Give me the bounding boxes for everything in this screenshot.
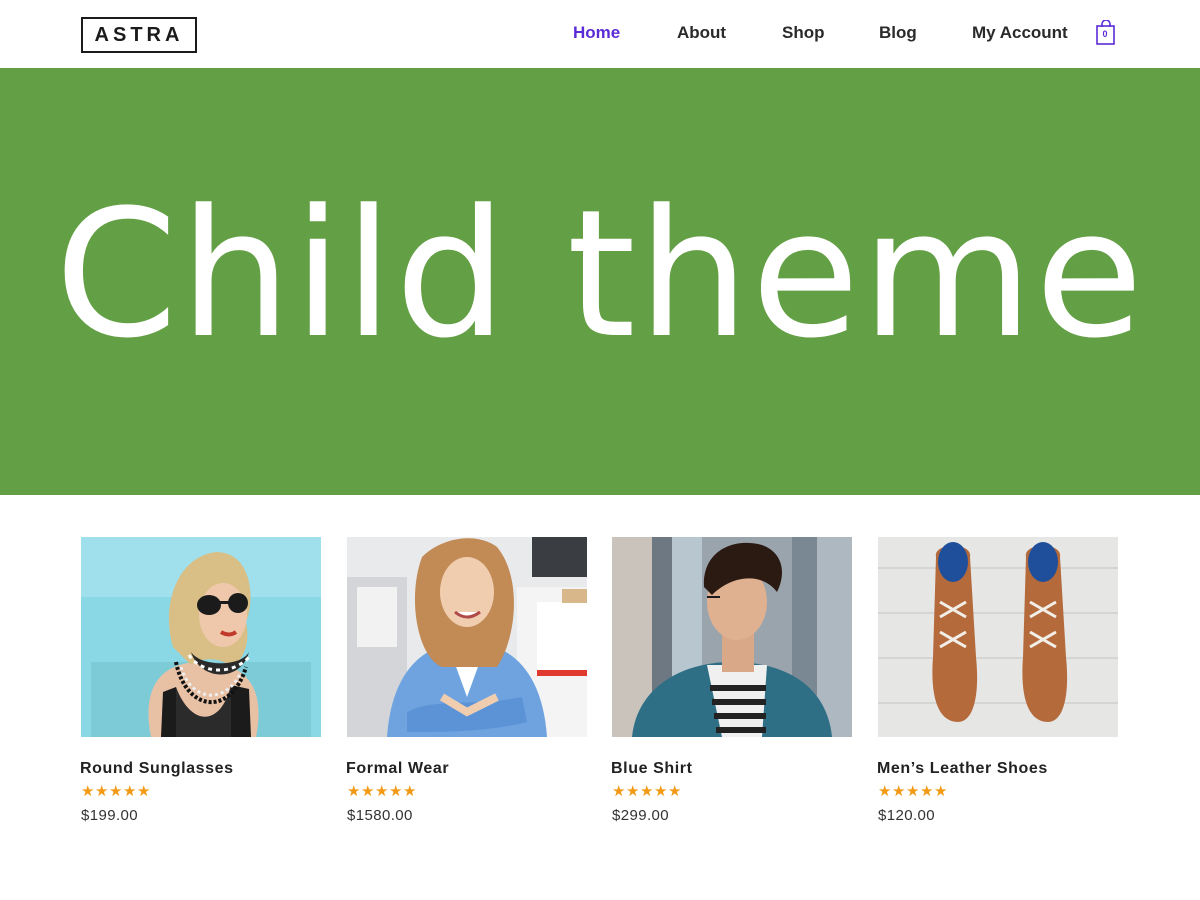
star-icon: ★ xyxy=(361,783,375,800)
product-name[interactable]: Formal Wear xyxy=(346,760,587,778)
product-card: Men’s Leather Shoes ★ ★ ★ ★ ★ $120.00 xyxy=(877,537,1118,824)
star-icon: ★ xyxy=(906,783,920,800)
product-rating: ★ ★ ★ ★ ★ xyxy=(878,783,1118,801)
site-header: ASTRA Home About Shop Blog My Account 0 xyxy=(0,0,1200,68)
star-icon: ★ xyxy=(668,783,682,800)
product-grid: Round Sunglasses ★ ★ ★ ★ ★ $199.00 Forma… xyxy=(0,537,1200,857)
star-icon: ★ xyxy=(375,783,389,800)
main-navigation: Home About Shop Blog My Account 0 xyxy=(0,0,1200,68)
star-icon: ★ xyxy=(878,783,892,800)
product-rating: ★ ★ ★ ★ ★ xyxy=(347,783,587,801)
product-card: Blue Shirt ★ ★ ★ ★ ★ $299.00 xyxy=(611,537,852,824)
product-rating: ★ ★ ★ ★ ★ xyxy=(81,783,321,801)
product-price: $199.00 xyxy=(81,807,139,824)
product-name[interactable]: Round Sunglasses xyxy=(80,760,321,778)
star-icon: ★ xyxy=(892,783,906,800)
star-icon: ★ xyxy=(347,783,361,800)
nav-home[interactable]: Home xyxy=(573,23,620,43)
star-icon: ★ xyxy=(389,783,403,800)
star-icon: ★ xyxy=(123,783,137,800)
product-price: $1580.00 xyxy=(347,807,413,824)
nav-about[interactable]: About xyxy=(677,23,726,43)
product-name[interactable]: Blue Shirt xyxy=(611,760,852,778)
hero-title: Child theme xyxy=(54,171,1146,377)
star-icon: ★ xyxy=(920,783,934,800)
product-image-round-sunglasses[interactable] xyxy=(81,537,321,737)
star-icon: ★ xyxy=(95,783,109,800)
star-icon: ★ xyxy=(81,783,95,800)
product-price: $299.00 xyxy=(612,807,670,824)
product-card: Formal Wear ★ ★ ★ ★ ★ $1580.00 xyxy=(346,537,587,824)
star-icon: ★ xyxy=(612,783,626,800)
nav-blog[interactable]: Blog xyxy=(879,23,917,43)
nav-my-account[interactable]: My Account xyxy=(972,23,1068,43)
star-icon: ★ xyxy=(640,783,654,800)
product-image-formal-wear[interactable] xyxy=(347,537,587,737)
product-rating: ★ ★ ★ ★ ★ xyxy=(612,783,852,801)
product-image-blue-shirt[interactable] xyxy=(612,537,852,737)
star-icon: ★ xyxy=(403,783,417,800)
star-icon: ★ xyxy=(934,783,948,800)
product-image-mens-leather-shoes[interactable] xyxy=(878,537,1118,737)
product-card: Round Sunglasses ★ ★ ★ ★ ★ $199.00 xyxy=(80,537,321,824)
cart-button[interactable]: 0 xyxy=(1096,19,1116,46)
star-icon: ★ xyxy=(137,783,151,800)
star-icon: ★ xyxy=(626,783,640,800)
product-price: $120.00 xyxy=(878,807,936,824)
cart-count: 0 xyxy=(1102,29,1108,39)
star-icon: ★ xyxy=(109,783,123,800)
nav-shop[interactable]: Shop xyxy=(782,23,825,43)
product-name[interactable]: Men’s Leather Shoes xyxy=(877,760,1118,778)
star-icon: ★ xyxy=(654,783,668,800)
hero-banner: Child theme xyxy=(0,68,1200,495)
